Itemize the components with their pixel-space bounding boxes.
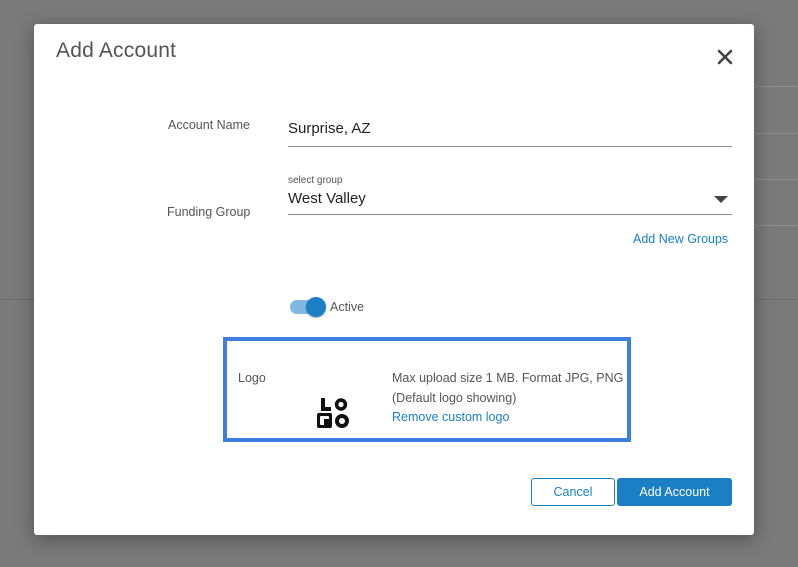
funding-group-select[interactable]: select group West Valley bbox=[288, 172, 732, 215]
logo-default-note: (Default logo showing) bbox=[392, 391, 517, 405]
select-value: West Valley bbox=[288, 190, 366, 207]
logo-label: Logo bbox=[238, 371, 266, 385]
logo-section: Logo Max upload size 1 MB. Format JPG, P… bbox=[223, 337, 631, 442]
toggle-knob bbox=[306, 297, 326, 317]
background-divider bbox=[754, 86, 798, 87]
active-toggle[interactable] bbox=[290, 296, 326, 318]
cancel-button[interactable]: Cancel bbox=[531, 478, 615, 506]
add-account-button[interactable]: Add Account bbox=[617, 478, 732, 506]
caret-down-icon bbox=[714, 196, 728, 203]
logo-upload-info: Max upload size 1 MB. Format JPG, PNG bbox=[392, 371, 624, 385]
background-divider bbox=[754, 225, 798, 226]
account-name-input[interactable] bbox=[288, 110, 732, 147]
close-button[interactable] bbox=[712, 44, 738, 70]
remove-custom-logo-link[interactable]: Remove custom logo bbox=[392, 410, 509, 424]
select-caption: select group bbox=[288, 175, 343, 186]
active-label: Active bbox=[330, 300, 365, 314]
background-divider bbox=[754, 133, 798, 134]
add-new-groups-link[interactable]: Add New Groups bbox=[633, 232, 728, 246]
dialog-title: Add Account bbox=[56, 39, 177, 62]
account-name-label: Account Name bbox=[168, 118, 250, 132]
logo-icon bbox=[317, 398, 349, 428]
close-icon bbox=[717, 49, 733, 65]
background-divider bbox=[0, 299, 34, 300]
background-divider bbox=[754, 299, 798, 300]
funding-group-label: Funding Group bbox=[167, 205, 251, 219]
add-account-dialog: Add Account Account Name Funding Group s… bbox=[34, 24, 754, 535]
background-divider bbox=[754, 179, 798, 180]
